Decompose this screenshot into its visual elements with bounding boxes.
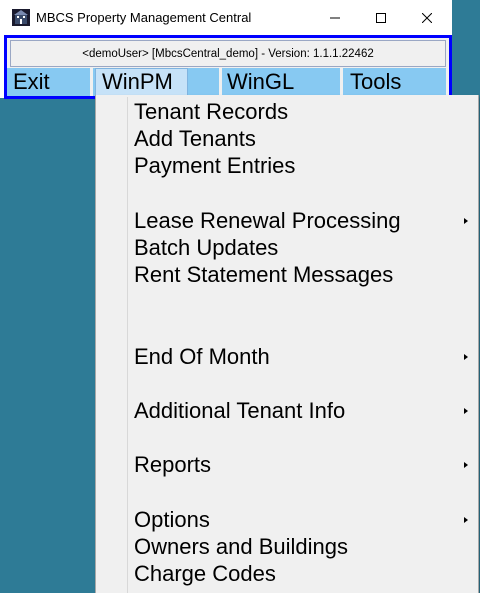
app-building-icon [12, 9, 30, 26]
window-title: MBCS Property Management Central [36, 10, 252, 25]
close-button[interactable] [404, 0, 450, 35]
client-area: <demoUser> [MbcsCentral_demo] - Version:… [4, 35, 452, 99]
menu-item-additional-tenant-info[interactable]: Additional Tenant Info [134, 398, 345, 424]
winpm-dropdown-menu: Tenant Records Add Tenants Payment Entri… [95, 95, 479, 593]
status-text: <demoUser> [MbcsCentral_demo] - Version:… [82, 47, 374, 60]
menu-bar: Exit WinPM WinGL Tools [7, 68, 449, 96]
menu-exit[interactable]: Exit [13, 68, 50, 96]
menu-item-owners-and-buildings[interactable]: Owners and Buildings [134, 534, 348, 560]
menu-item-options[interactable]: Options [134, 507, 210, 533]
minimize-icon [330, 17, 340, 18]
submenu-arrow-icon [464, 354, 468, 360]
submenu-arrow-icon [464, 218, 468, 224]
maximize-button[interactable] [358, 0, 404, 35]
menu-separator [90, 68, 93, 96]
menu-item-payment-entries[interactable]: Payment Entries [134, 153, 295, 179]
submenu-arrow-icon [464, 517, 468, 523]
menu-tools[interactable]: Tools [350, 68, 401, 96]
menu-separator [446, 68, 449, 96]
menu-winpm[interactable]: WinPM [95, 68, 188, 96]
app-window: MBCS Property Management Central <demoUs… [0, 0, 452, 99]
menu-item-tenant-records[interactable]: Tenant Records [134, 99, 288, 125]
menu-item-lease-renewal-processing[interactable]: Lease Renewal Processing [134, 208, 401, 234]
submenu-arrow-icon [464, 462, 468, 468]
submenu-arrow-icon [464, 408, 468, 414]
menu-gutter-divider [127, 97, 128, 593]
menu-item-end-of-month[interactable]: End Of Month [134, 344, 270, 370]
minimize-button[interactable] [312, 0, 358, 35]
menu-item-rent-statement-messages[interactable]: Rent Statement Messages [134, 262, 393, 288]
close-icon [422, 12, 432, 23]
title-bar[interactable]: MBCS Property Management Central [0, 0, 452, 35]
menu-item-charge-codes[interactable]: Charge Codes [134, 561, 276, 587]
menu-separator [219, 68, 222, 96]
menu-item-batch-updates[interactable]: Batch Updates [134, 235, 278, 261]
status-bar: <demoUser> [MbcsCentral_demo] - Version:… [10, 40, 446, 67]
menu-item-reports[interactable]: Reports [134, 452, 211, 478]
menu-separator [340, 68, 343, 96]
maximize-icon [376, 12, 386, 23]
menu-item-add-tenants[interactable]: Add Tenants [134, 126, 256, 152]
menu-wingl[interactable]: WinGL [227, 68, 294, 96]
